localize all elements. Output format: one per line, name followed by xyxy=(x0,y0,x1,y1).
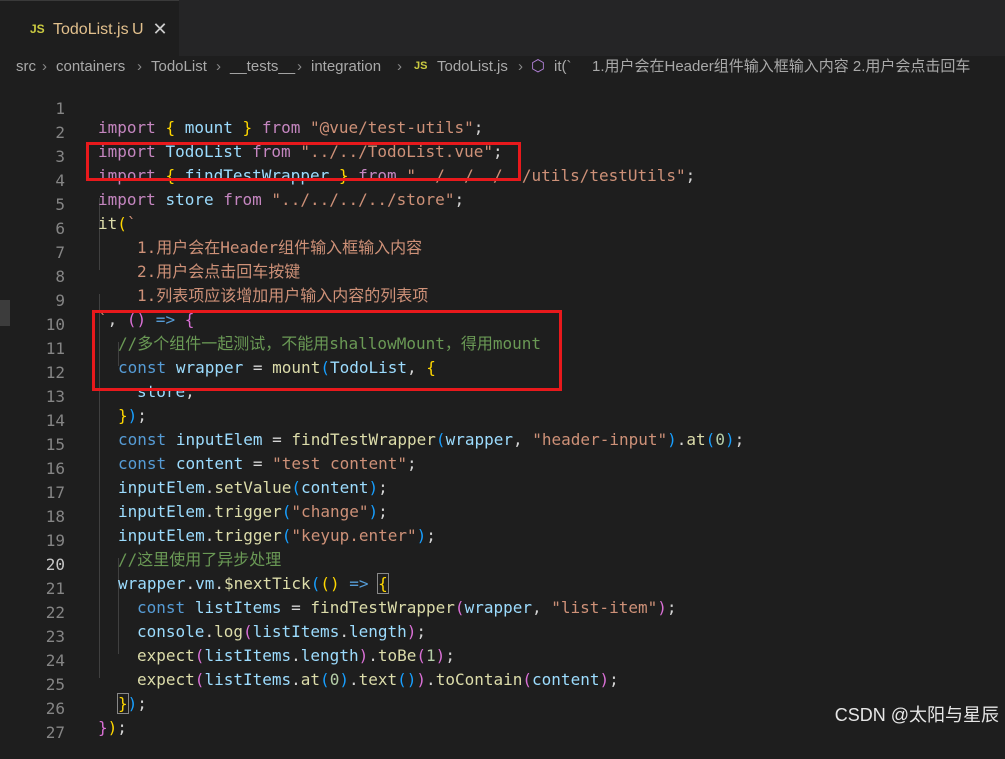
tab-filename: TodoList.js xyxy=(53,21,129,38)
breadcrumb: src › containers › TodoList › __tests__ … xyxy=(0,56,1005,78)
tab-bar: JS TodoList.js U ✕ xyxy=(0,0,1005,56)
chevron-right-icon: › xyxy=(137,58,142,75)
breadcrumb-item-src[interactable]: src xyxy=(16,56,36,78)
code-line: 21 const listItems = findTestWrapper(wra… xyxy=(45,579,677,617)
js-file-icon: JS xyxy=(30,22,45,36)
code-line: 14 const inputElem = findTestWrapper(wra… xyxy=(45,411,745,449)
code-line: 23 expect(listItems.length).toBe(1); xyxy=(45,627,455,665)
code-line: 18 inputElem.trigger("keyup.enter"); xyxy=(45,507,436,545)
breadcrumb-item-containers[interactable]: containers xyxy=(56,56,125,78)
close-icon[interactable]: ✕ xyxy=(150,18,170,40)
code-line: 1 import { mount } from "@vue/test-utils… xyxy=(55,99,484,137)
js-file-icon: JS xyxy=(414,60,428,72)
code-line: 15 const content = "test content"; xyxy=(45,435,417,473)
breadcrumb-symbol-text: 1.用户会在Header组件输入框输入内容 2.用户会点击回车 xyxy=(592,58,971,75)
breadcrumb-symbol[interactable]: it(` xyxy=(554,56,572,78)
tab-untracked-badge: U xyxy=(132,21,144,38)
code-line: 22 console.log(listItems.length); xyxy=(45,603,427,641)
code-line: 24 expect(listItems.at(0).text()).toCont… xyxy=(45,651,619,689)
chevron-right-icon: › xyxy=(216,58,221,75)
chevron-right-icon: › xyxy=(397,58,402,75)
chevron-right-icon: › xyxy=(297,58,302,75)
watermark: CSDN @太阳与星辰 xyxy=(834,705,999,725)
tab-todolist[interactable]: JS TodoList.js U ✕ xyxy=(0,0,179,56)
code-line: 26 }); xyxy=(45,699,127,737)
breadcrumb-item-file[interactable]: TodoList.js xyxy=(437,56,508,78)
breadcrumb-item-tests[interactable]: __tests__ xyxy=(230,56,295,78)
code-line: 2 import TodoList from "../../TodoList.v… xyxy=(55,123,503,161)
code-line: 17 inputElem.trigger("change"); xyxy=(45,483,388,521)
breadcrumb-item-todolist[interactable]: TodoList xyxy=(151,56,207,78)
cube-icon: ⬡ xyxy=(531,58,545,75)
code-editor[interactable]: 1 import { mount } from "@vue/test-utils… xyxy=(0,78,1005,742)
highlight-box-mount-store xyxy=(92,310,562,391)
code-line: 9 `, () => { xyxy=(55,291,195,329)
code-line: 8 1.列表项应该增加用户输入内容的列表项 xyxy=(55,267,429,305)
code-line: 16 inputElem.setValue(content); xyxy=(45,459,388,497)
highlight-box-import-store xyxy=(86,142,521,181)
code-line-active: 20 wrapper.vm.$nextTick(() => { xyxy=(45,555,389,594)
chevron-right-icon: › xyxy=(518,58,523,75)
breadcrumb-item-integration[interactable]: integration xyxy=(311,56,381,78)
code-line: 25 }); xyxy=(45,675,147,714)
code-line: 6 1.用户会在Header组件输入框输入内容 xyxy=(55,219,423,257)
chevron-right-icon: › xyxy=(42,58,47,75)
code-line: 7 2.用户会点击回车按键 xyxy=(55,243,301,281)
code-line: 19 //这里使用了异步处理 xyxy=(45,531,282,569)
